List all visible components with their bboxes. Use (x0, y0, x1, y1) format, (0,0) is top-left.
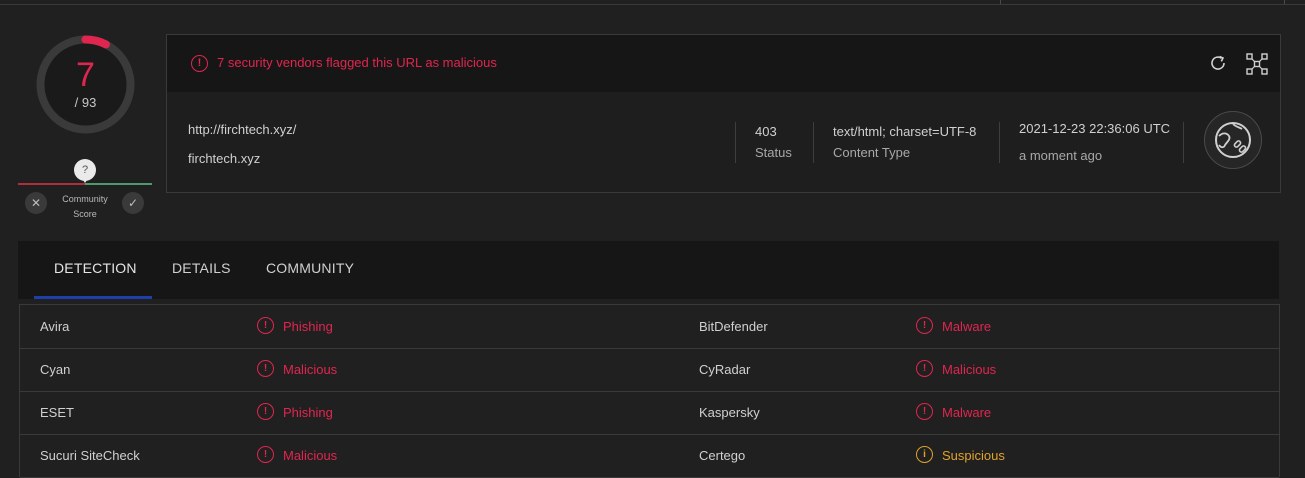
reanalyze-icon[interactable] (1207, 52, 1229, 74)
graph-view-icon[interactable] (1245, 52, 1269, 76)
meta-divider (1183, 122, 1184, 163)
alert-icon: ! (257, 317, 274, 334)
alert-icon: ! (916, 317, 933, 334)
analysis-date-value: 2021-12-23 22:36:06 UTC (1019, 121, 1171, 136)
vendor-name: Avira (40, 319, 70, 334)
detection-result: Malicious (942, 362, 997, 377)
close-icon: ✕ (30, 196, 42, 210)
alert-bar: ! 7 security vendors flagged this URL as… (167, 35, 1280, 92)
info-icon: i (916, 446, 933, 463)
vendor-name: Certego (699, 448, 746, 463)
alert-icon: ! (916, 360, 933, 377)
vote-malicious-button[interactable]: ✕ (25, 192, 47, 214)
alert-icon: ! (257, 446, 274, 463)
url-globe-icon (1204, 111, 1262, 169)
http-status-label: Status (755, 145, 792, 160)
detection-count: 7 (76, 56, 95, 94)
table-row: Sucuri SiteCheck ! Malicious Certego i S… (20, 434, 1279, 478)
content-type-value: text/html; charset=UTF-8 (833, 124, 977, 139)
community-bar-negative (18, 183, 85, 185)
alert-icon: ! (257, 403, 274, 420)
community-score-label: Community Score (62, 194, 108, 219)
analysis-date-relative: a moment ago (1019, 148, 1103, 163)
alert-icon: ! (257, 360, 274, 377)
url-summary-card: ! 7 security vendors flagged this URL as… (166, 34, 1281, 193)
vendor-name: BitDefender (699, 319, 768, 334)
alert-icon: ! (191, 55, 208, 72)
detection-result: Malicious (283, 362, 338, 377)
detection-score-gauge: 7 / 93 (34, 33, 137, 136)
meta-divider (999, 122, 1000, 163)
tab-details[interactable]: DETAILS (172, 260, 231, 276)
vendor-name: ESET (40, 405, 74, 420)
table-row: Avira ! Phishing BitDefender ! Malware (20, 305, 1279, 349)
url-full[interactable]: http://firchtech.xyz/ (188, 122, 296, 137)
vendor-name: Sucuri SiteCheck (40, 448, 140, 463)
vendor-name: CyRadar (699, 362, 751, 377)
tab-detection[interactable]: DETECTION (54, 260, 137, 276)
top-divider (1284, 0, 1285, 4)
vendor-name: Kaspersky (699, 405, 760, 420)
http-status-value: 403 (755, 124, 777, 139)
engine-total: / 93 (74, 95, 97, 110)
top-border (0, 0, 1305, 5)
detection-result: Malicious (283, 448, 338, 463)
tab-community[interactable]: COMMUNITY (266, 260, 354, 276)
alert-message: 7 security vendors flagged this URL as m… (217, 55, 497, 70)
vote-harmless-button[interactable]: ✓ (122, 192, 144, 214)
community-score: ? ✕ Community Score ✓ (18, 158, 152, 228)
active-tab-indicator (34, 296, 152, 299)
url-host[interactable]: firchtech.xyz (188, 151, 260, 166)
alert-icon: ! (916, 403, 933, 420)
check-icon: ✓ (127, 196, 139, 210)
detection-result: Suspicious (942, 448, 1005, 463)
detection-result: Phishing (283, 319, 333, 334)
meta-divider (813, 122, 814, 163)
table-row: ESET ! Phishing Kaspersky ! Malware (20, 391, 1279, 435)
top-divider (1000, 0, 1001, 4)
detection-result: Phishing (283, 405, 333, 420)
report-tabs: DETECTION DETAILS COMMUNITY (18, 241, 1279, 299)
detections-table: Avira ! Phishing BitDefender ! Malware C… (19, 304, 1280, 478)
community-bar-positive (85, 183, 152, 185)
vendor-name: Cyan (40, 362, 71, 377)
content-type-label: Content Type (833, 145, 911, 160)
community-score-marker: ? (74, 159, 96, 183)
table-row: Cyan ! Malicious CyRadar ! Malicious (20, 348, 1279, 392)
detection-result: Malware (942, 405, 992, 420)
detection-result: Malware (942, 319, 992, 334)
meta-divider (735, 122, 736, 163)
